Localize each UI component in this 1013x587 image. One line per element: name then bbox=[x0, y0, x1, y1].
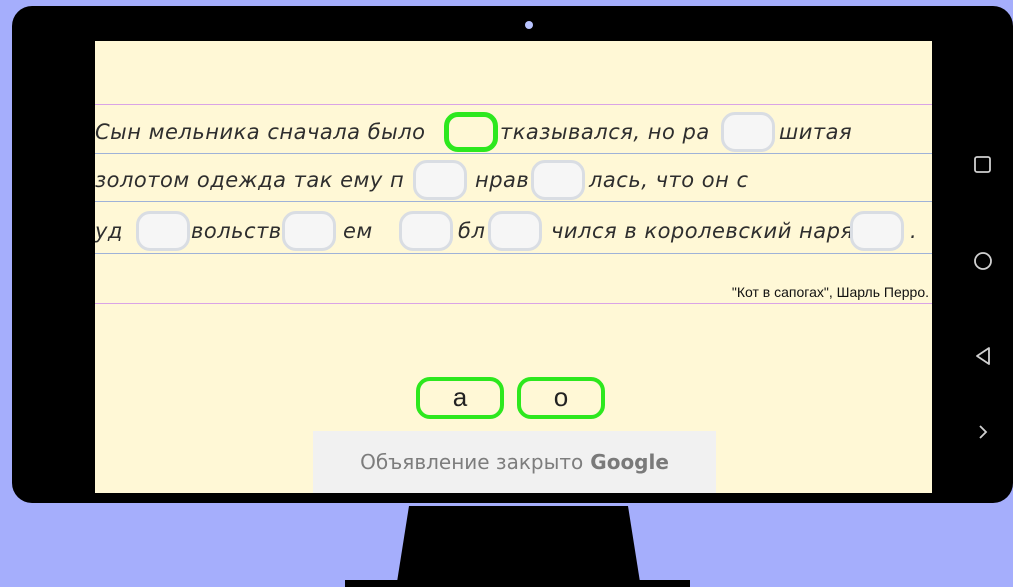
text-segment: шитая bbox=[779, 120, 853, 144]
device-frame: Сын мельника сначала было тказывался, но… bbox=[12, 6, 1013, 503]
text-segment: чился в королевский наря bbox=[551, 219, 854, 243]
text-segment: лась, что он с bbox=[589, 168, 749, 192]
letter-slot-active[interactable] bbox=[444, 112, 498, 152]
letter-slot[interactable] bbox=[282, 211, 336, 251]
text-segment: золотом одежда так ему п bbox=[95, 168, 405, 192]
google-logo-text: Google bbox=[590, 450, 669, 474]
choice-button-o[interactable]: о bbox=[517, 377, 605, 419]
text-segment: тказывался, но ра bbox=[500, 120, 710, 144]
app-screen: Сын мельника сначала было тказывался, но… bbox=[95, 41, 932, 493]
choice-button-a[interactable]: а bbox=[416, 377, 504, 419]
text-segment: нрав bbox=[475, 168, 530, 192]
letter-slot[interactable] bbox=[850, 211, 904, 251]
rule-line bbox=[95, 253, 932, 254]
letter-slot[interactable] bbox=[413, 160, 467, 200]
text-segment: ем bbox=[343, 219, 373, 243]
rule-line bbox=[95, 104, 932, 105]
letter-slot[interactable] bbox=[136, 211, 190, 251]
text-line-3: уд вольств ем бл чился в королевский нар… bbox=[95, 209, 932, 253]
text-segment: . bbox=[910, 219, 918, 243]
back-triangle-icon[interactable] bbox=[960, 341, 1006, 371]
rule-line bbox=[95, 303, 932, 304]
chevron-right-icon[interactable] bbox=[960, 417, 1006, 447]
text-segment: Сын мельника сначала было bbox=[95, 120, 426, 144]
text-line-2: золотом одежда так ему п нрав лась, что … bbox=[95, 158, 932, 202]
letter-slot[interactable] bbox=[488, 211, 542, 251]
letter-slot[interactable] bbox=[721, 112, 775, 152]
circle-icon[interactable] bbox=[960, 246, 1006, 276]
ad-banner[interactable]: Объявление закрыто Google bbox=[313, 431, 716, 493]
text-segment: бл bbox=[458, 219, 486, 243]
text-line-1: Сын мельника сначала было тказывался, но… bbox=[95, 110, 932, 154]
camera-dot bbox=[525, 21, 533, 29]
letter-slot[interactable] bbox=[399, 211, 453, 251]
ad-closed-text: Объявление закрыто bbox=[360, 450, 584, 474]
square-icon[interactable] bbox=[960, 150, 1006, 180]
letter-slot[interactable] bbox=[531, 160, 585, 200]
text-segment: уд bbox=[95, 219, 123, 243]
quote-attribution: "Кот в сапогах", Шарль Перро. bbox=[731, 284, 929, 300]
text-segment: вольств bbox=[191, 219, 282, 243]
